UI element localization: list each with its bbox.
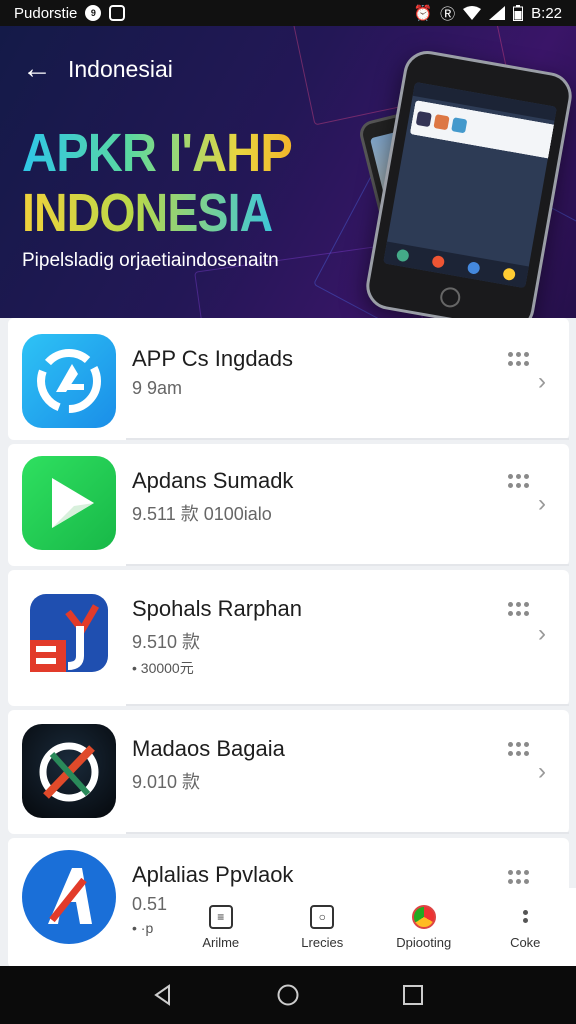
chevron-right-icon: › [538,490,546,517]
record-icon: ○ [310,904,335,929]
wifi-icon [463,6,482,20]
nav-item-arilme[interactable]: ≡ Arilme [170,888,272,966]
app-meta: 9.511 款 0100ialo [132,504,272,524]
list-divider [126,564,569,566]
list-item[interactable]: Spohals Rarphan 9.510 款 • 30000元 › [8,570,569,706]
nav-label: Lrecies [301,934,344,950]
recents-nav-icon[interactable] [402,984,424,1006]
chevron-right-icon: › [538,620,546,647]
system-nav-bar [0,966,576,1024]
app-meta: 0.51 [132,894,168,914]
hero-banner: ← Indonesiai APKR I'AHP INDONESIA Pipels… [0,26,576,318]
list-item[interactable]: Madaos Bagaia 9.010 款 › [8,710,569,834]
app-meta: 9.510 款 [132,632,201,652]
signal-icon [489,6,506,20]
app-meta-secondary: • 30000元 [132,660,194,676]
nav-label: Coke [510,934,541,950]
list-divider [126,832,569,834]
list-item[interactable]: Apdans Sumadk 9.511 款 0100ialo › [8,444,569,566]
drag-handle-icon[interactable] [508,742,530,756]
screen-title: Indonesiai [68,55,173,82]
drag-handle-icon[interactable] [508,352,530,366]
chevron-right-icon: › [538,758,546,785]
data-icon: Ⓡ [440,5,456,23]
status-time: B:22 [531,4,562,22]
back-nav-icon[interactable] [152,984,174,1006]
chevron-right-icon: › [538,368,546,395]
app-name: Aplalias Ppvlaok [132,862,294,887]
drag-handle-icon[interactable] [508,870,530,884]
app-name: APP Cs Ingdads [132,346,294,371]
status-bar: Pudorstie 9 ⏰ Ⓡ B:22 [0,0,576,26]
chrome-icon [411,904,436,929]
nav-item-dpiooting[interactable]: Dpiooting [373,888,475,966]
carrier-text: Pudorstie [14,4,78,22]
app-icon [22,850,116,944]
back-arrow-icon[interactable]: ← [22,54,52,84]
app-icon [22,724,116,818]
top-app-bar: ← Indonesiai [22,54,173,84]
drag-handle-icon[interactable] [508,602,530,616]
nav-item-coke[interactable]: Coke [475,888,576,966]
hero-headline-line2: INDONESIA [22,183,273,243]
nav-label: Arilme [202,934,240,950]
drag-handle-icon[interactable] [508,474,530,488]
app-icon [22,334,116,428]
battery-icon [513,5,524,21]
list-divider [126,438,569,440]
bottom-nav: ≡ Arilme ○ Lrecies Dpiooting Coke [170,888,576,966]
app-name: Madaos Bagaia [132,736,285,761]
nav-item-lrecies[interactable]: ○ Lrecies [272,888,374,966]
nav-label: Dpiooting [396,934,452,950]
app-meta-secondary: • ·р [132,920,154,936]
notification-icon: 9 [85,5,102,21]
app-meta: 9 9am [132,378,183,398]
app-screen: Pudorstie 9 ⏰ Ⓡ B:22 ← Indonesiai APKR I… [0,0,576,1024]
list-item[interactable]: APP Cs Ingdads 9 9am › [8,318,569,440]
home-nav-icon[interactable] [277,984,299,1006]
image-icon [109,5,126,21]
app-icon [22,456,116,550]
hero-subtitle: Pipelsladig orjaetiaindosenaitn [22,250,279,271]
alarm-icon: ⏰ [413,5,433,22]
app-icon [22,586,116,680]
list-icon: ≡ [208,904,233,929]
more-icon [513,905,537,929]
app-list: APP Cs Ingdads 9 9am › Apdans Sumadk 9.5… [8,318,569,968]
list-divider [126,704,569,706]
app-meta: 9.010 款 [132,772,201,792]
app-name: Spohals Rarphan [132,596,303,621]
hero-headline-line1: APKR I'AHP [22,123,293,183]
app-name: Apdans Sumadk [132,468,294,493]
